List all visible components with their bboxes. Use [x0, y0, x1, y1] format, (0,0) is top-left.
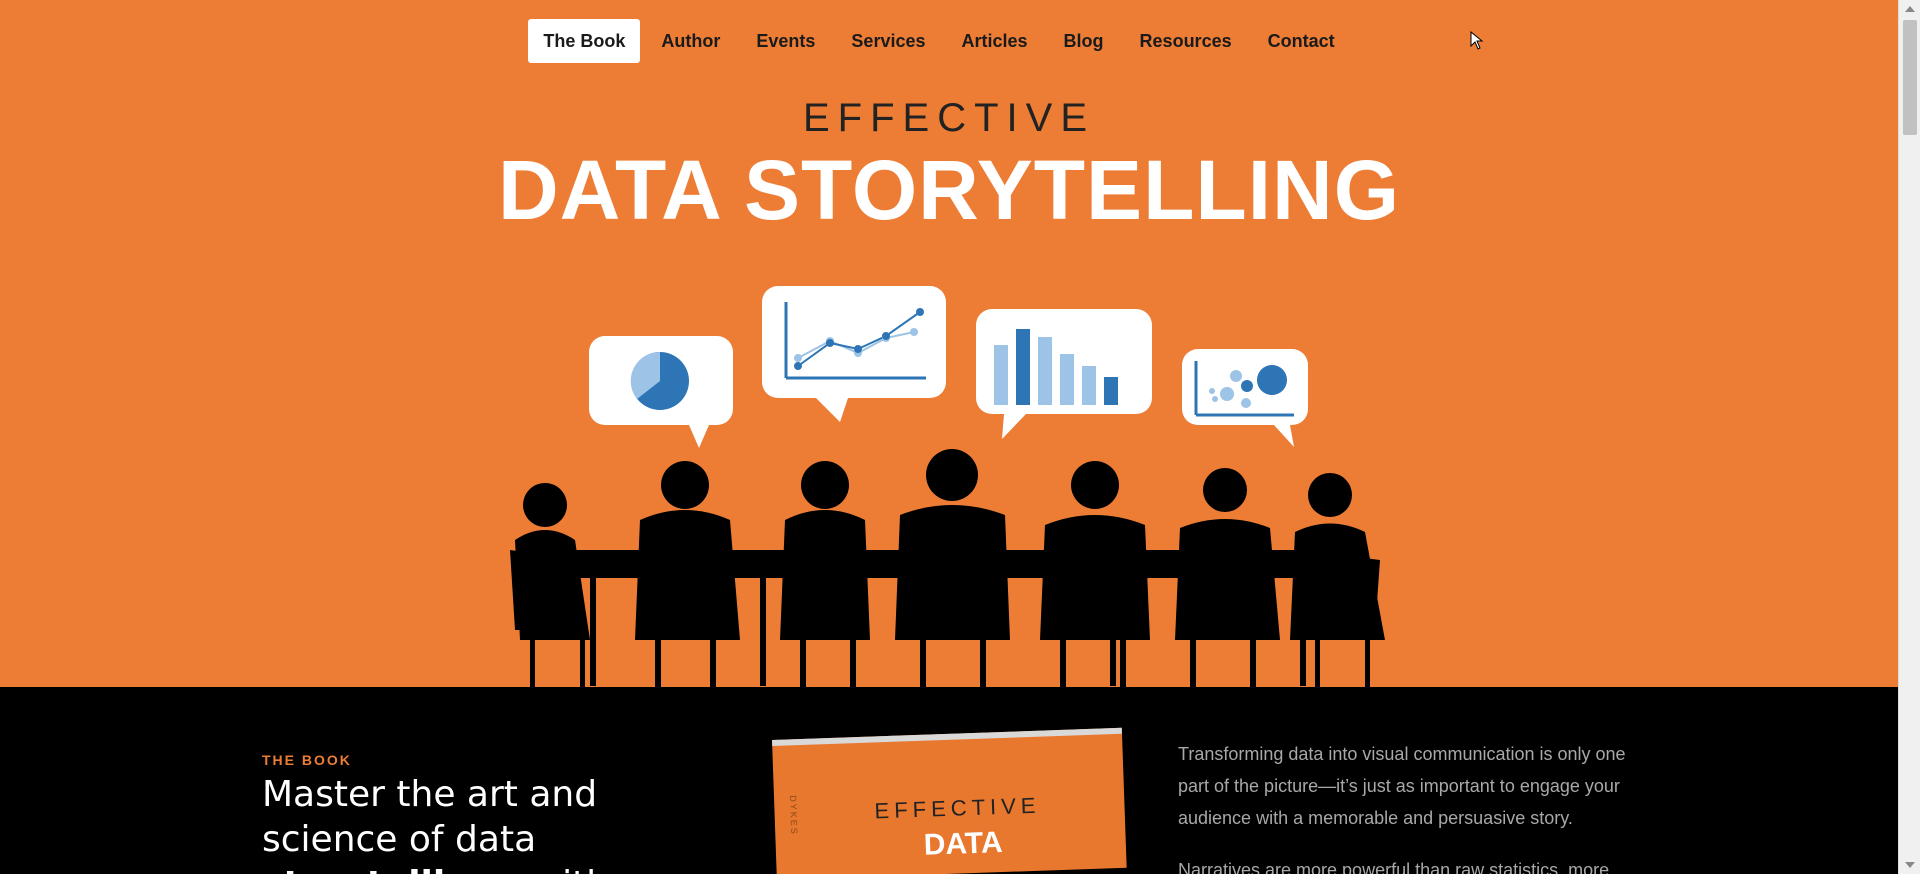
- book-paragraph-2: Narratives are more powerful than raw st…: [1178, 860, 1610, 874]
- headline-text-pre: Master the art and science of data: [262, 774, 598, 860]
- bar-chart-icon: [994, 329, 1118, 439]
- mouse-cursor-icon: [1470, 31, 1484, 50]
- book-paragraph-1: Transforming data into visual communicat…: [1178, 744, 1626, 828]
- pie-chart-icon: [630, 351, 709, 448]
- line-chart-icon: [784, 302, 926, 422]
- book-cover-eyebrow: EFFECTIVE: [874, 792, 1041, 824]
- book-headline: Master the art and science of data story…: [262, 772, 732, 874]
- scroll-up-arrow-icon[interactable]: [1905, 6, 1915, 12]
- nav-item-the-book[interactable]: The Book: [528, 19, 641, 63]
- bar-chart-bubble: [976, 309, 1152, 439]
- section-label: THE BOOK: [262, 752, 352, 768]
- nav-item-author[interactable]: Author: [646, 19, 735, 63]
- nav-item-contact[interactable]: Contact: [1253, 19, 1350, 63]
- nav-item-events[interactable]: Events: [741, 19, 830, 63]
- meeting-silhouettes-image: [510, 449, 1385, 687]
- main-nav: The Book Author Events Services Articles…: [0, 19, 1898, 63]
- book-cover-title: DATA: [923, 826, 1004, 862]
- hero-banner: The Book Author Events Services Articles…: [0, 0, 1898, 687]
- scrollbar-thumb[interactable]: [1903, 20, 1917, 135]
- nav-item-services[interactable]: Services: [836, 19, 940, 63]
- page-scrollbar[interactable]: [1898, 0, 1920, 874]
- line-chart-bubble: [762, 286, 946, 422]
- nav-item-blog[interactable]: Blog: [1049, 19, 1119, 63]
- book-spine-text: DYKES: [787, 795, 800, 836]
- headline-strong: storytelling: [262, 864, 497, 874]
- hero-title: DATA STORYTELLING: [497, 143, 1401, 237]
- headline-text-post: —with: [497, 864, 609, 874]
- nav-item-articles[interactable]: Articles: [947, 19, 1043, 63]
- scatter-chart-bubble: [1182, 349, 1308, 447]
- scroll-down-arrow-icon[interactable]: [1905, 862, 1915, 868]
- hero-eyebrow: EFFECTIVE: [802, 96, 1096, 140]
- pie-chart-bubble: [589, 336, 733, 448]
- nav-item-resources[interactable]: Resources: [1125, 19, 1247, 63]
- book-cover-image: DYKES EFFECTIVE DATA: [772, 727, 1127, 874]
